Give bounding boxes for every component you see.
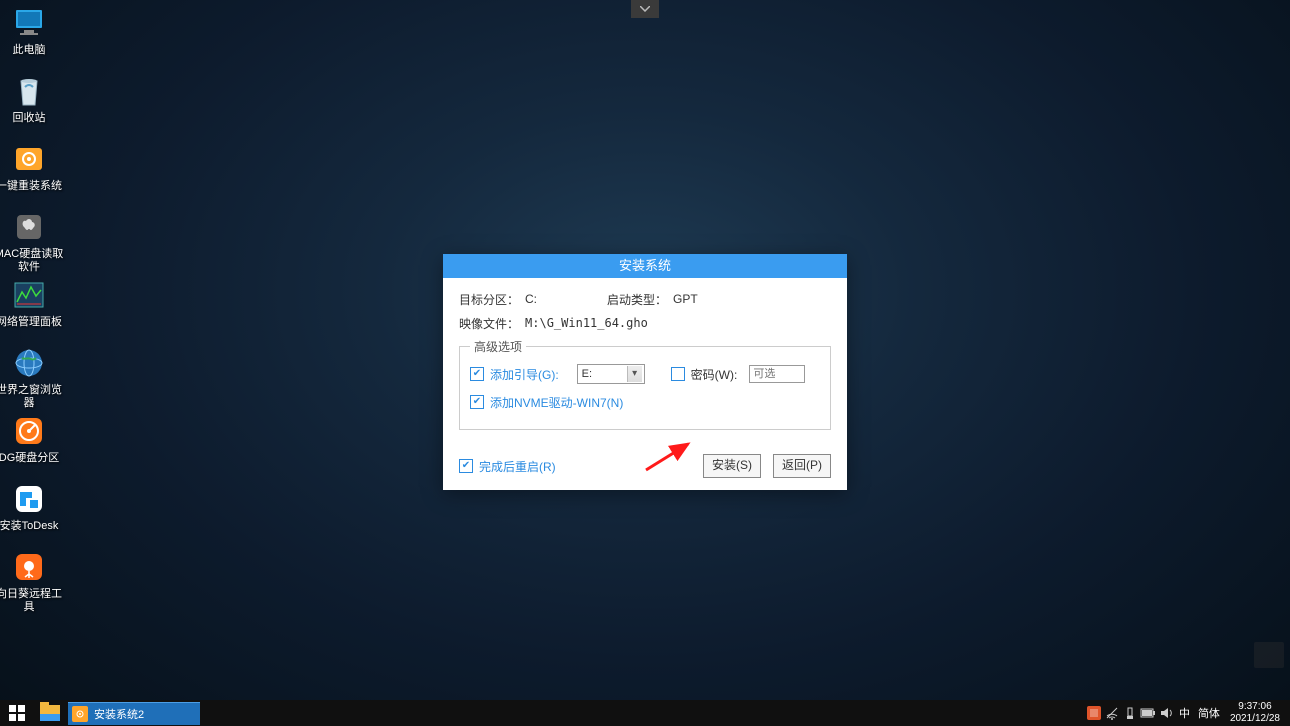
desktop-icon-label: 一键重装系统 bbox=[0, 180, 64, 193]
top-center-tab[interactable] bbox=[631, 0, 659, 18]
desktop-icon-label: 此电脑 bbox=[0, 44, 64, 57]
desktop-icon-label: MAC硬盘读取软件 bbox=[0, 248, 64, 274]
dialog-body: 目标分区： C: 启动类型： GPT 映像文件： M:\G_Win11_64.g… bbox=[443, 278, 847, 450]
tray-time: 9:37:06 bbox=[1230, 701, 1280, 713]
restart-after-label: 完成后重启(R) bbox=[479, 458, 556, 475]
install-button[interactable]: 安装(S) bbox=[703, 454, 761, 478]
back-button[interactable]: 返回(P) bbox=[773, 454, 831, 478]
restart-after-checkbox[interactable]: ✔ bbox=[459, 459, 473, 473]
tray-volume-icon[interactable] bbox=[1157, 700, 1175, 726]
desktop-icon-one-click-install[interactable]: 一键重装系统 bbox=[0, 142, 64, 193]
desktop-icon-this-pc[interactable]: 此电脑 bbox=[0, 6, 64, 57]
desktop-icon-network-panel[interactable]: 网络管理面板 bbox=[0, 278, 64, 329]
taskbar-file-explorer[interactable] bbox=[34, 700, 66, 726]
desktop-icon-dg-partition[interactable]: DG硬盘分区 bbox=[0, 414, 64, 465]
tray-ime-mode[interactable]: 简体 bbox=[1194, 705, 1224, 721]
boot-type-value: GPT bbox=[673, 292, 698, 306]
add-boot-drive-select[interactable]: E: bbox=[577, 364, 645, 384]
desktop-icon-world-browser[interactable]: 世界之窗浏览器 bbox=[0, 346, 64, 410]
tray-ime-region[interactable]: 中 bbox=[1175, 705, 1194, 721]
recycle-bin-icon bbox=[12, 74, 46, 108]
network-panel-icon bbox=[12, 278, 46, 312]
nvme-checkbox[interactable]: ✔ bbox=[470, 395, 484, 409]
tray-battery-icon[interactable] bbox=[1139, 700, 1157, 726]
desktop-icon-label: 网络管理面板 bbox=[0, 316, 64, 329]
tray-app-icon[interactable] bbox=[1085, 700, 1103, 726]
add-boot-label: 添加引导(G): bbox=[490, 366, 559, 383]
dialog-title[interactable]: 安装系统 bbox=[443, 254, 847, 278]
password-label: 密码(W): bbox=[691, 366, 738, 383]
taskbar-app-install-system[interactable]: 安装系统2 bbox=[68, 702, 200, 725]
tray-date: 2021/12/28 bbox=[1230, 713, 1280, 725]
this-pc-icon bbox=[12, 6, 46, 40]
tray-network-icon[interactable] bbox=[1103, 700, 1121, 726]
desktop-icon-label: 世界之窗浏览器 bbox=[0, 384, 64, 410]
world-browser-icon bbox=[12, 346, 46, 380]
desktop-icon-mac-disk[interactable]: MAC硬盘读取软件 bbox=[0, 210, 64, 274]
image-file-label: 映像文件： bbox=[459, 315, 519, 332]
start-button[interactable] bbox=[0, 700, 34, 726]
system-tray: 中 简体 9:37:06 2021/12/28 bbox=[1085, 700, 1290, 726]
add-boot-drive-value: E: bbox=[582, 368, 592, 380]
tray-usb-icon[interactable] bbox=[1121, 700, 1139, 726]
boot-type-label: 启动类型： bbox=[607, 291, 667, 308]
todesk-icon bbox=[12, 482, 46, 516]
nvme-label: 添加NVME驱动-WIN7(N) bbox=[490, 394, 623, 411]
one-click-install-icon bbox=[12, 142, 46, 176]
desktop: 此电脑 回收站 一键重装系统 MAC硬盘读取软 bbox=[0, 0, 1290, 700]
password-checkbox[interactable]: ✔ bbox=[671, 367, 685, 381]
target-partition-value: C: bbox=[525, 292, 537, 306]
desktop-icon-sunflower[interactable]: 向日葵远程工具 bbox=[0, 550, 64, 614]
taskbar-app-icon bbox=[72, 706, 88, 722]
file-explorer-icon bbox=[40, 705, 60, 721]
dg-partition-icon bbox=[12, 414, 46, 448]
advanced-options-legend: 高级选项 bbox=[470, 338, 526, 355]
password-input[interactable] bbox=[749, 365, 805, 383]
image-file-value: M:\G_Win11_64.gho bbox=[525, 316, 648, 330]
desktop-icon-label: 安装ToDesk bbox=[0, 520, 64, 533]
bottom-right-widget[interactable] bbox=[1254, 642, 1284, 668]
desktop-icon-label: DG硬盘分区 bbox=[0, 452, 64, 465]
desktop-icon-todesk[interactable]: 安装ToDesk bbox=[0, 482, 64, 533]
desktop-icon-recycle-bin[interactable]: 回收站 bbox=[0, 74, 64, 125]
taskbar: 安装系统2 中 简体 9:37:06 2021/12/28 bbox=[0, 700, 1290, 726]
advanced-options-group: 高级选项 ✔ 添加引导(G): E: ✔ 密码(W): ✔ 添加NVME驱动-W… bbox=[459, 338, 831, 430]
target-partition-label: 目标分区： bbox=[459, 291, 519, 308]
sunflower-icon bbox=[12, 550, 46, 584]
tray-clock[interactable]: 9:37:06 2021/12/28 bbox=[1224, 701, 1286, 725]
taskbar-app-title: 安装系统2 bbox=[94, 706, 144, 722]
desktop-icon-label: 向日葵远程工具 bbox=[0, 588, 64, 614]
dialog-footer: ✔ 完成后重启(R) 安装(S) 返回(P) bbox=[443, 450, 847, 490]
desktop-icon-label: 回收站 bbox=[0, 112, 64, 125]
mac-disk-icon bbox=[12, 210, 46, 244]
install-system-dialog: 安装系统 目标分区： C: 启动类型： GPT 映像文件： M:\G_Win11… bbox=[443, 254, 847, 490]
add-boot-checkbox[interactable]: ✔ bbox=[470, 367, 484, 381]
